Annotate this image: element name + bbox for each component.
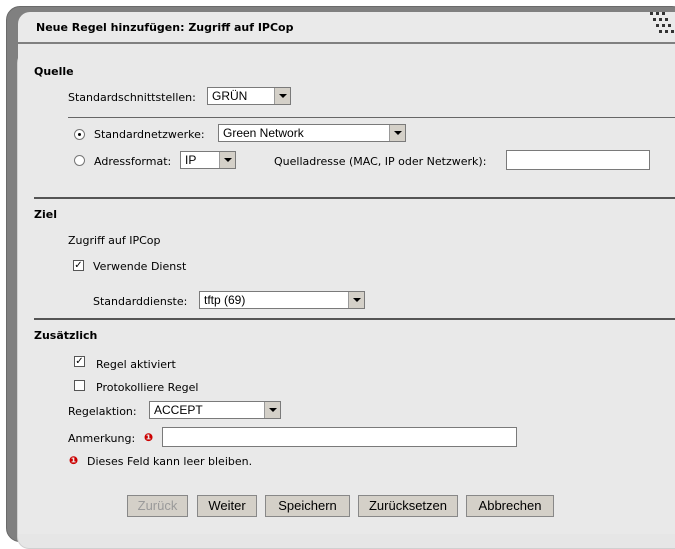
chevron-down-icon — [274, 88, 290, 104]
remark-label: Anmerkung: — [68, 432, 136, 445]
dialog-title: Neue Regel hinzufügen: Zugriff auf IPCop — [36, 21, 294, 34]
chevron-down-icon — [219, 152, 235, 168]
services-select[interactable]: tftp (69) — [199, 291, 365, 309]
info-icon: ❶ — [144, 431, 154, 444]
chevron-down-icon — [348, 292, 364, 308]
info-icon: ❶ — [69, 454, 79, 467]
services-label: Standarddienste: — [93, 295, 188, 308]
interfaces-label: Standardschnittstellen: — [68, 91, 196, 104]
reset-button[interactable]: Zurücksetzen — [358, 495, 458, 517]
networks-label: Standardnetzwerke: — [94, 128, 205, 141]
log-rule-label: Protokolliere Regel — [96, 381, 199, 394]
section-destination-heading: Ziel — [34, 208, 57, 221]
source-address-input[interactable] — [506, 150, 650, 170]
addressformat-label: Adressformat: — [94, 155, 172, 168]
addressformat-select[interactable]: IP — [180, 151, 236, 169]
action-select[interactable]: ACCEPT — [149, 401, 281, 419]
cancel-button[interactable]: Abbrechen — [466, 495, 554, 517]
use-service-checkbox[interactable]: ✓ — [73, 260, 84, 271]
rule-enabled-label: Regel aktiviert — [96, 358, 176, 371]
source-address-label: Quelladresse (MAC, IP oder Netzwerk): — [274, 155, 487, 168]
next-button[interactable]: Weiter — [197, 495, 257, 517]
log-rule-checkbox[interactable] — [74, 380, 85, 391]
interfaces-select[interactable]: GRÜN — [207, 87, 291, 105]
window-grip-icon — [646, 10, 675, 40]
section-divider — [34, 318, 675, 320]
action-label: Regelaktion: — [68, 405, 137, 418]
back-button[interactable]: Zurück — [127, 495, 188, 517]
divider — [68, 117, 675, 118]
networks-select[interactable]: Green Network — [218, 124, 406, 142]
radio-standard-networks[interactable] — [74, 129, 85, 140]
access-label: Zugriff auf IPCop — [68, 234, 161, 247]
radio-address-format[interactable] — [74, 155, 85, 166]
chevron-down-icon — [264, 402, 280, 418]
save-button[interactable]: Speichern — [265, 495, 350, 517]
remark-input[interactable] — [162, 427, 517, 447]
rule-enabled-checkbox[interactable]: ✓ — [74, 356, 85, 367]
section-extra-heading: Zusätzlich — [34, 329, 98, 342]
use-service-label: Verwende Dienst — [93, 260, 187, 273]
section-source-heading: Quelle — [34, 65, 74, 78]
section-divider — [34, 197, 675, 199]
optional-note: Dieses Feld kann leer bleiben. — [87, 455, 253, 468]
chevron-down-icon — [389, 125, 405, 141]
